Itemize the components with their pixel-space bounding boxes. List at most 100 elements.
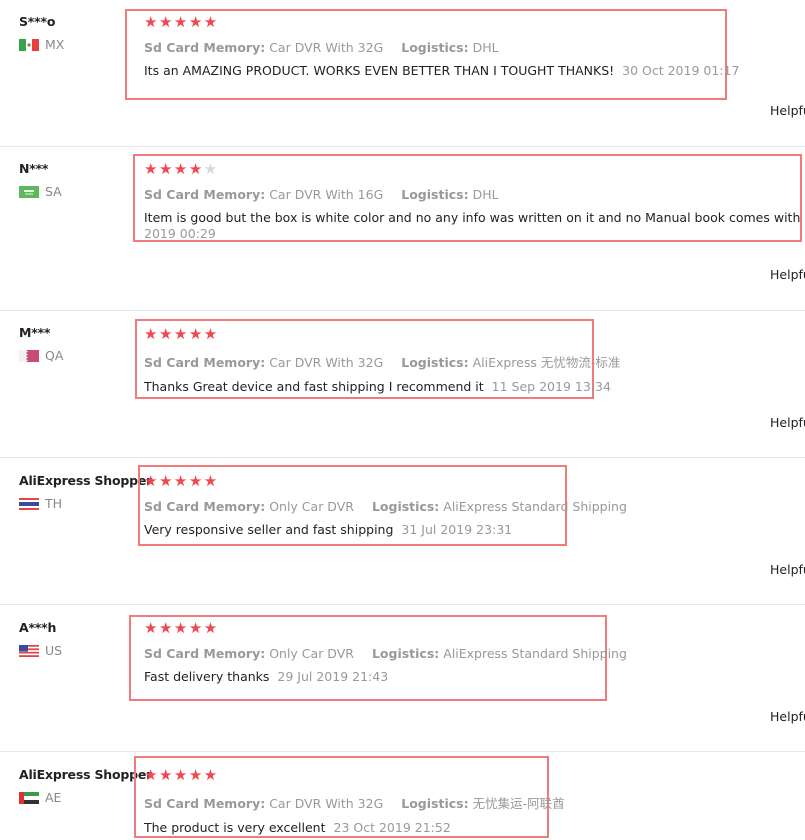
reviewer-info: AliExpress Shopper AE [19,767,152,805]
reviewer-name: AliExpress Shopper [19,473,153,488]
reviewer-info: A***h US [19,620,62,658]
reviewer-country: AE [19,790,152,805]
logistics-label: Logistics: [401,796,469,811]
option-label: Sd Card Memory: [144,40,266,55]
review-content: ★★★★★ Sd Card Memory: Car DVR With 32G L… [144,767,565,835]
star-rating: ★★★★★ [144,766,219,784]
review-text: Item is good but the box is white color … [144,210,805,225]
logistics-label: Logistics: [401,40,469,55]
review-body: Item is good but the box is white color … [144,210,805,225]
option-value: Car DVR With 32G [269,796,384,811]
reviewer-info: M*** QA [19,325,63,363]
review-meta: Sd Card Memory: Car DVR With 32G Logisti… [144,793,565,812]
country-code: SA [45,184,62,199]
mexico-flag-icon [19,38,39,51]
option-label: Sd Card Memory: [144,646,266,661]
logistics-value: AliExpress Standard Shipping [443,646,627,661]
helpful-button[interactable]: Helpfu [770,562,805,577]
review-body: Its an AMAZING PRODUCT. WORKS EVEN BETTE… [144,63,615,78]
logistics-label: Logistics: [371,646,440,661]
reviewer-name: AliExpress Shopper [19,767,153,782]
review-item: AliExpress Shopper TH ★★★★★ Sd Card Memo… [0,458,805,604]
review-content: ★★★★★ Sd Card Memory: Only Car DVR Logis… [144,473,627,537]
saudi-flag-icon [19,185,39,198]
star-rating: ★★★★★ [144,13,219,31]
option-value: Only Car DVR [269,499,354,514]
review-text: Thanks Great device and fast shipping I … [144,379,620,394]
reviewer-country: QA [19,348,63,363]
review-body: Fast delivery thanks [144,669,270,684]
star-rating: ★★★★★ [144,472,219,490]
review-content: ★★★★★ Sd Card Memory: Car DVR With 32G L… [144,326,620,394]
review-body: The product is very excellent [144,820,326,835]
option-label: Sd Card Memory: [144,499,266,514]
logistics-value: AliExpress 无忧物流-标准 [472,355,621,370]
star-rating: ★★★★★ [144,619,219,637]
logistics-label: Logistics: [401,355,469,370]
option-value: Car DVR With 32G [269,355,384,370]
logistics-label: Logistics: [401,187,469,202]
review-date: 31 Jul 2019 23:31 [401,522,513,537]
uae-flag-icon [19,791,39,804]
reviewer-name: S***o [19,14,56,29]
option-label: Sd Card Memory: [144,187,266,202]
review-content: ★★★★★ Sd Card Memory: Only Car DVR Logis… [144,620,627,684]
reviewer-info: AliExpress Shopper TH [19,473,152,511]
review-meta: Sd Card Memory: Car DVR With 32G Logisti… [144,40,739,55]
review-meta: Sd Card Memory: Only Car DVR Logistics: … [144,646,627,661]
reviewer-country: TH [19,496,152,511]
logistics-value: 无忧集运-阿联酋 [472,796,565,811]
thailand-flag-icon [19,497,39,510]
country-code: TH [45,496,63,511]
review-body: Very responsive seller and fast shipping [144,522,394,537]
review-text: Fast delivery thanks 29 Jul 2019 21:43 [144,669,627,684]
option-value: Car DVR With 16G [269,187,384,202]
review-text: Its an AMAZING PRODUCT. WORKS EVEN BETTE… [144,63,739,78]
option-label: Sd Card Memory: [144,796,266,811]
reviewer-name: N*** [19,161,49,176]
review-date: 23 Oct 2019 21:52 [333,820,451,835]
review-meta: Sd Card Memory: Only Car DVR Logistics: … [144,499,627,514]
reviewer-info: N*** SA [19,161,62,199]
review-text: The product is very excellent 23 Oct 201… [144,820,565,835]
logistics-label: Logistics: [371,499,440,514]
review-item: N*** SA ★★★★★ Sd Card Memory: Car DVR Wi… [0,147,805,310]
review-item: A***h US ★★★★★ Sd Card Memory: Only Car … [0,605,805,751]
review-body: Thanks Great device and fast shipping I … [144,379,484,394]
option-label: Sd Card Memory: [144,355,266,370]
reviewer-country: MX [19,37,64,52]
reviewer-country: SA [19,184,62,199]
usa-flag-icon [19,644,39,657]
star-rating: ★★★★★ [144,325,219,343]
helpful-button[interactable]: Helpfu [770,415,805,430]
review-date: 29 Jul 2019 21:43 [277,669,389,684]
review-item: AliExpress Shopper AE ★★★★★ Sd Card Memo… [0,752,805,840]
logistics-value: DHL [472,187,499,202]
review-item: S***o MX ★★★★★ Sd Card Memory: Car DVR W… [0,0,805,146]
qatar-flag-icon [19,349,39,362]
helpful-button[interactable]: Helpfu [770,709,805,724]
country-code: US [45,643,63,658]
review-content: ★★★★★ Sd Card Memory: Car DVR With 16G L… [144,161,805,241]
helpful-button[interactable]: Helpfu [770,103,805,118]
logistics-value: AliExpress Standard Shipping [443,499,627,514]
country-code: AE [45,790,62,805]
review-date: 11 Sep 2019 13:34 [491,379,611,394]
logistics-value: DHL [472,40,499,55]
review-text: Very responsive seller and fast shipping… [144,522,627,537]
reviewer-name: A***h [19,620,57,635]
review-date: 2019 00:29 [144,226,216,241]
reviewer-country: US [19,643,62,658]
reviewer-name: M*** [19,325,51,340]
review-meta: Sd Card Memory: Car DVR With 32G Logisti… [144,352,620,371]
country-code: MX [45,37,65,52]
star-rating: ★★★★★ [144,160,219,178]
review-item: M*** QA ★★★★★ Sd Card Memory: Car DVR Wi… [0,311,805,457]
helpful-button[interactable]: Helpfu [770,267,805,282]
review-content: ★★★★★ Sd Card Memory: Car DVR With 32G L… [144,14,739,78]
option-value: Car DVR With 32G [269,40,384,55]
review-meta: Sd Card Memory: Car DVR With 16G Logisti… [144,187,805,202]
review-date: 30 Oct 2019 01:17 [622,63,740,78]
reviewer-info: S***o MX [19,14,64,52]
country-code: QA [45,348,64,363]
